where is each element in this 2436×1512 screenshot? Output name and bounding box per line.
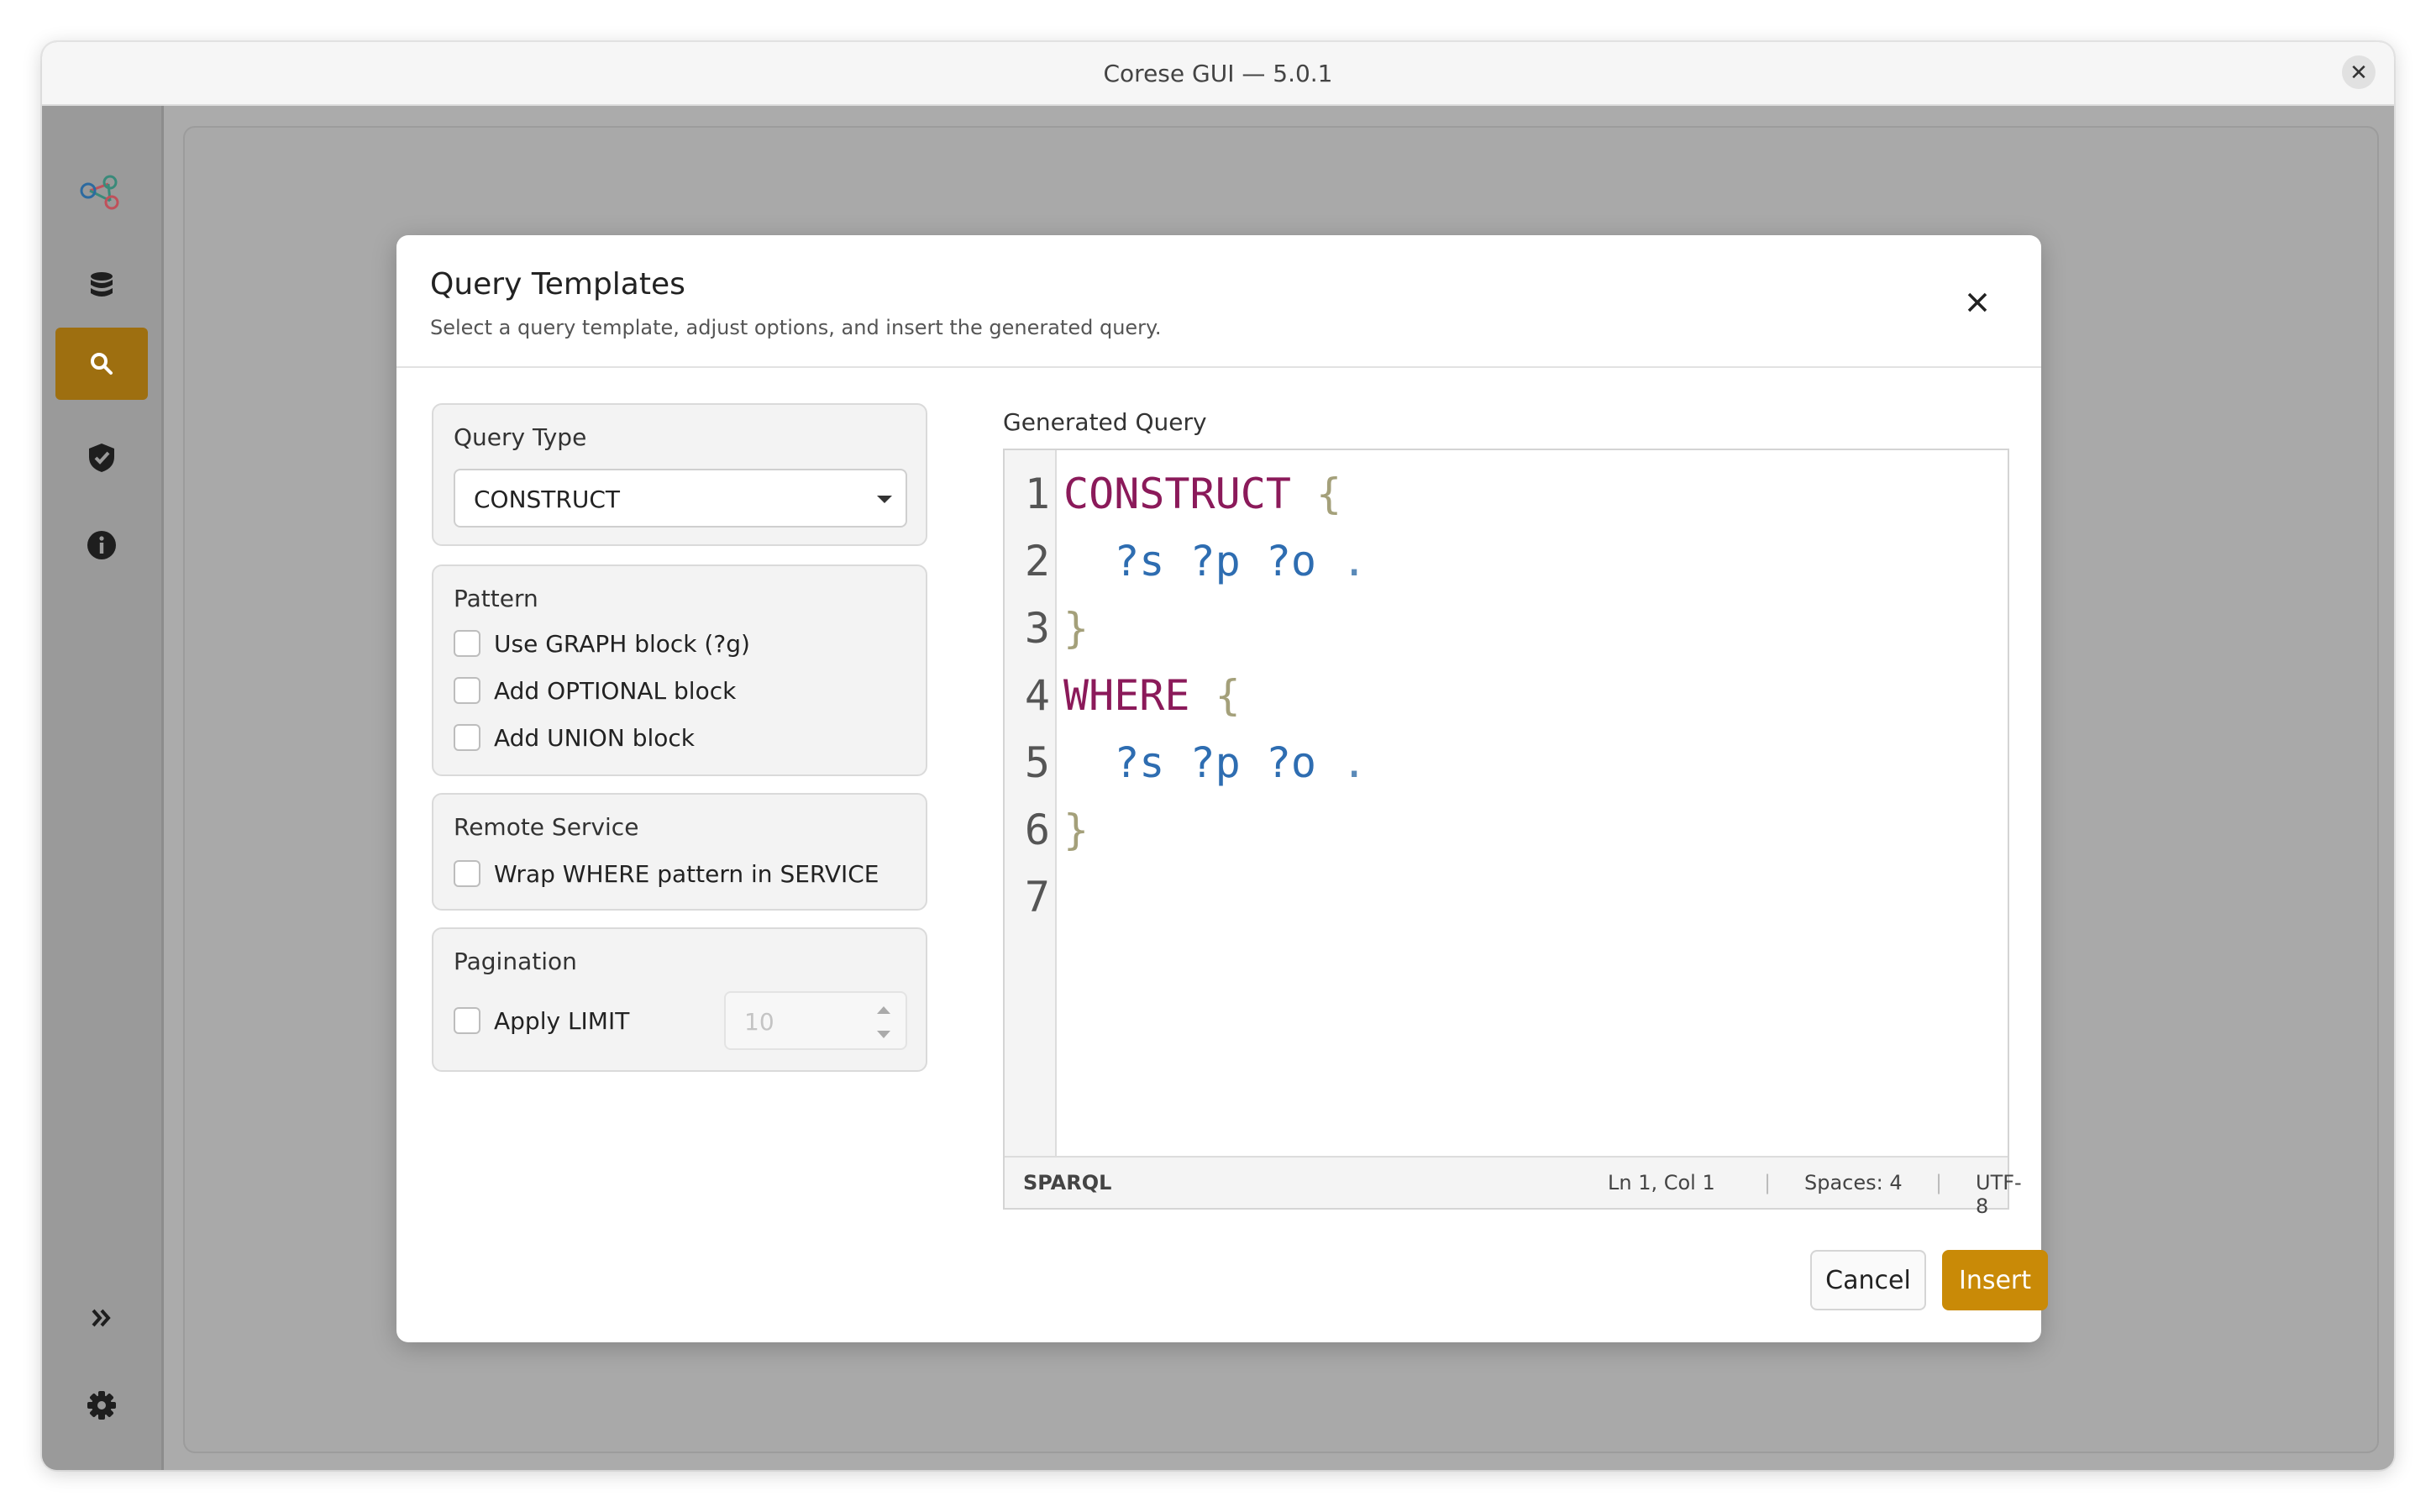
code-line: } bbox=[1063, 595, 1089, 662]
graph-block-option[interactable]: Use GRAPH block (?g) bbox=[454, 627, 750, 660]
optional-block-label: Add OPTIONAL block bbox=[494, 676, 737, 705]
editor-status-bar: SPARQL Ln 1, Col 1 | Spaces: 4 | UTF-8 bbox=[1005, 1156, 2022, 1218]
increment-arrow-icon[interactable] bbox=[877, 1006, 890, 1014]
union-block-label: Add UNION block bbox=[494, 723, 695, 752]
status-separator: | bbox=[1764, 1171, 1772, 1194]
dialog-subtitle: Select a query template, adjust options,… bbox=[430, 316, 1162, 339]
remote-service-label: Remote Service bbox=[454, 813, 639, 841]
graph-nodes-icon bbox=[80, 175, 119, 210]
code-line: WHERE { bbox=[1063, 662, 1241, 729]
service-wrap-option[interactable]: Wrap WHERE pattern in SERVICE bbox=[454, 857, 879, 890]
code-line: ?s ?p ?o . bbox=[1063, 528, 1367, 595]
remote-service-group: Remote Service Wrap WHERE pattern in SER… bbox=[432, 793, 927, 911]
sidebar bbox=[42, 106, 164, 1470]
pattern-group: Pattern Use GRAPH block (?g) Add OPTIONA… bbox=[432, 564, 927, 776]
decrement-arrow-icon[interactable] bbox=[877, 1031, 890, 1038]
line-number: 1 bbox=[1024, 470, 1050, 518]
limit-value: 10 bbox=[744, 1008, 774, 1036]
optional-block-option[interactable]: Add OPTIONAL block bbox=[454, 674, 736, 707]
query-editor[interactable]: 1 2 3 4 5 6 7 CONSTRUCT { ?s ?p ?o .} WHERE { ?… bbox=[1003, 449, 2022, 1218]
info-icon bbox=[87, 531, 116, 559]
line-number: 2 bbox=[1024, 537, 1050, 585]
code-token: ?s ?p ?o bbox=[1063, 738, 1317, 787]
dialog-title: Query Templates bbox=[430, 267, 685, 302]
close-icon: ✕ bbox=[2349, 60, 2368, 85]
code-token: . bbox=[1316, 537, 1368, 585]
line-number: 4 bbox=[1024, 671, 1050, 720]
query-type-select[interactable]: CONSTRUCT bbox=[454, 469, 907, 528]
database-icon bbox=[91, 272, 113, 297]
cancel-button[interactable]: Cancel bbox=[1810, 1250, 1926, 1310]
sidebar-item-query[interactable] bbox=[55, 328, 148, 400]
shield-check-icon bbox=[89, 444, 114, 472]
query-type-label: Query Type bbox=[454, 423, 587, 451]
window-title: Corese GUI — 5.0.1 bbox=[1103, 59, 1333, 87]
code-token: WHERE bbox=[1063, 671, 1190, 720]
sidebar-item-data[interactable] bbox=[55, 249, 148, 321]
apply-limit-checkbox[interactable] bbox=[454, 1007, 480, 1034]
search-icon bbox=[91, 353, 113, 375]
status-spaces: Spaces: 4 bbox=[1804, 1171, 1903, 1194]
union-block-checkbox[interactable] bbox=[454, 724, 480, 751]
stepper-arrows bbox=[874, 1001, 894, 1043]
sidebar-item-validation[interactable] bbox=[55, 422, 148, 494]
dialog-header: Query Templates Select a query template,… bbox=[396, 235, 2041, 368]
apply-limit-label: Apply LIMIT bbox=[494, 1006, 630, 1035]
status-language: SPARQL bbox=[1023, 1171, 1112, 1194]
sidebar-settings-button[interactable] bbox=[55, 1369, 148, 1441]
status-separator: | bbox=[1935, 1171, 1943, 1194]
code-token: } bbox=[1063, 806, 1089, 854]
pattern-label: Pattern bbox=[454, 585, 538, 612]
line-number: 7 bbox=[1024, 873, 1050, 921]
pagination-label: Pagination bbox=[454, 948, 577, 975]
query-templates-dialog: Query Templates Select a query template,… bbox=[396, 235, 2048, 1342]
code-token: . bbox=[1316, 738, 1368, 787]
dialog-close-button[interactable] bbox=[1959, 284, 1996, 321]
code-line: } bbox=[1063, 796, 1089, 864]
code-line: ?s ?p ?o . bbox=[1063, 729, 1367, 796]
code-line: CONSTRUCT { bbox=[1063, 460, 1341, 528]
code-token: { bbox=[1290, 470, 1342, 518]
code-token: } bbox=[1063, 604, 1089, 653]
query-type-group: Query Type CONSTRUCT bbox=[432, 403, 927, 546]
limit-stepper[interactable]: 10 bbox=[724, 991, 907, 1050]
close-icon bbox=[1967, 292, 1987, 312]
line-number: 5 bbox=[1024, 738, 1050, 787]
title-bar: Corese GUI — 5.0.1 ✕ bbox=[42, 42, 2394, 106]
code-token: CONSTRUCT bbox=[1063, 470, 1291, 518]
insert-button[interactable]: Insert bbox=[1942, 1250, 2048, 1310]
graph-block-checkbox[interactable] bbox=[454, 630, 480, 657]
graph-block-label: Use GRAPH block (?g) bbox=[494, 629, 750, 658]
status-cursor-position: Ln 1, Col 1 bbox=[1608, 1171, 1715, 1194]
query-type-value: CONSTRUCT bbox=[474, 486, 621, 513]
generated-query-label: Generated Query bbox=[1003, 408, 1207, 436]
line-number: 3 bbox=[1024, 604, 1050, 653]
status-encoding: UTF-8 bbox=[1976, 1171, 2022, 1218]
chevron-down-icon bbox=[877, 496, 892, 503]
union-block-option[interactable]: Add UNION block bbox=[454, 721, 695, 754]
apply-limit-option[interactable]: Apply LIMIT bbox=[454, 1004, 629, 1037]
line-number-gutter: 1 2 3 4 5 6 7 bbox=[1005, 450, 1057, 1158]
optional-block-checkbox[interactable] bbox=[454, 677, 480, 704]
sidebar-item-info[interactable] bbox=[55, 509, 148, 581]
sidebar-expand-button[interactable] bbox=[55, 1282, 148, 1354]
pagination-group: Pagination Apply LIMIT 10 bbox=[432, 927, 927, 1072]
chevrons-right-icon bbox=[92, 1309, 111, 1327]
window-close-button[interactable]: ✕ bbox=[2342, 55, 2376, 89]
gear-icon bbox=[87, 1391, 116, 1420]
sidebar-item-graph[interactable] bbox=[55, 156, 148, 228]
code-token: ?s ?p ?o bbox=[1063, 537, 1317, 585]
code-token: { bbox=[1189, 671, 1241, 720]
line-number: 6 bbox=[1024, 806, 1050, 854]
service-wrap-checkbox[interactable] bbox=[454, 860, 480, 887]
service-wrap-label: Wrap WHERE pattern in SERVICE bbox=[494, 859, 879, 888]
app-window: Corese GUI — 5.0.1 ✕ Query Templates Sel… bbox=[42, 42, 2394, 1470]
